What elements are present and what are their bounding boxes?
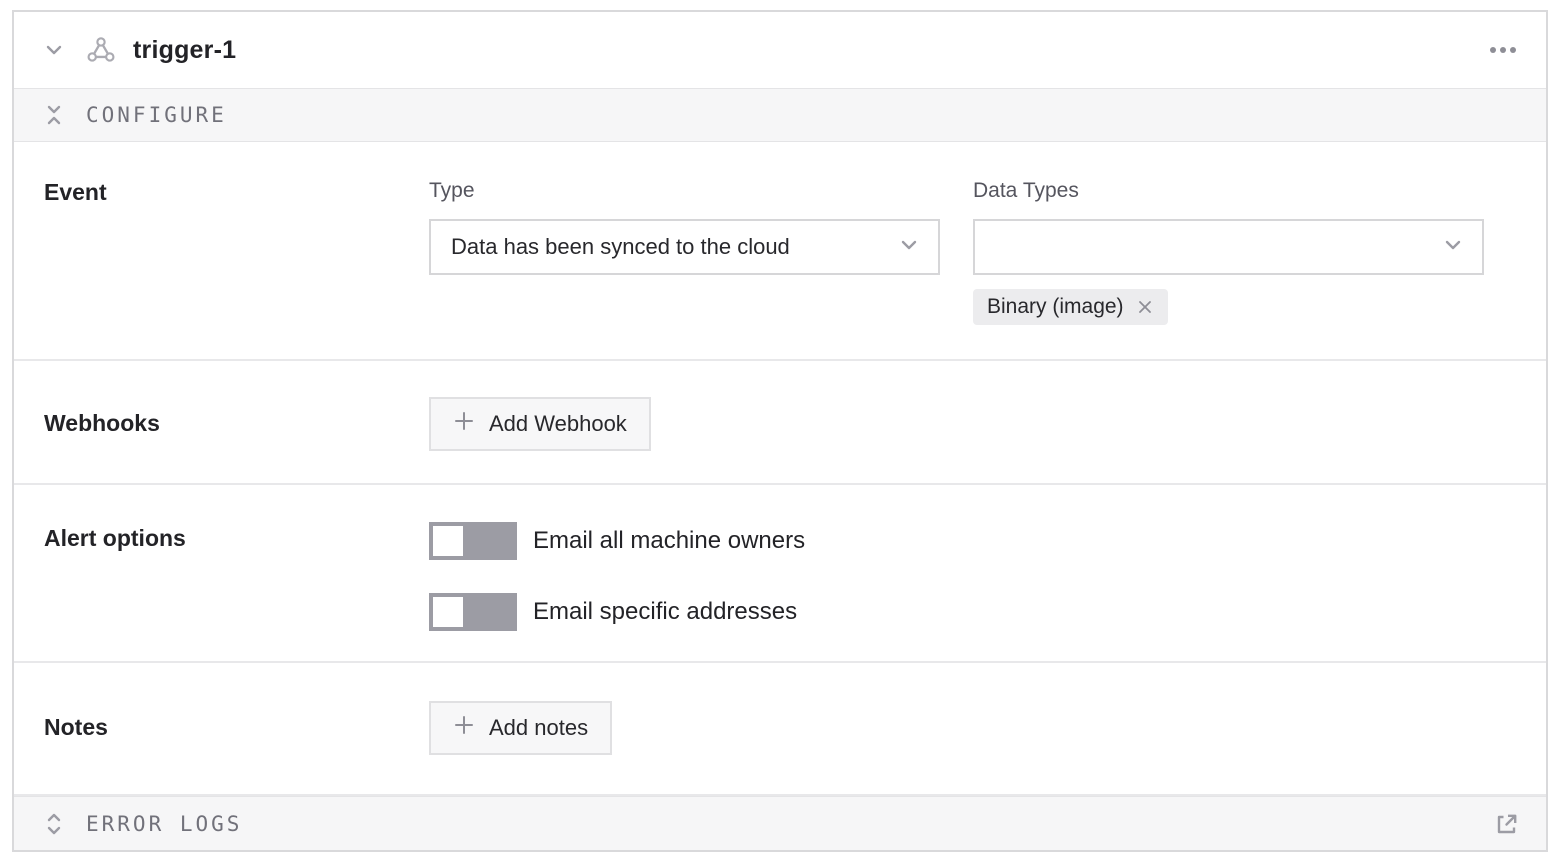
alert-options-row: Alert options Email all machine owners E… bbox=[14, 485, 1546, 663]
data-type-chip: Binary (image) bbox=[973, 289, 1168, 325]
configure-section-label: CONFIGURE bbox=[86, 103, 227, 127]
remove-chip-icon[interactable] bbox=[1136, 298, 1154, 316]
add-webhook-button-label: Add Webhook bbox=[489, 411, 627, 437]
email-specific-addresses-option: Email specific addresses bbox=[429, 593, 805, 631]
collapse-section-icon[interactable] bbox=[44, 103, 64, 127]
event-label: Event bbox=[44, 179, 429, 206]
trigger-card-header: trigger-1 bbox=[14, 12, 1546, 88]
email-specific-addresses-toggle[interactable] bbox=[429, 593, 517, 631]
chevron-down-icon bbox=[1442, 234, 1464, 261]
event-type-select[interactable]: Data has been synced to the cloud bbox=[429, 219, 940, 275]
data-types-select[interactable] bbox=[973, 219, 1484, 275]
webhooks-label: Webhooks bbox=[44, 397, 429, 437]
notes-row: Notes Add notes bbox=[14, 663, 1546, 796]
add-webhook-button[interactable]: Add Webhook bbox=[429, 397, 651, 451]
webhooks-row: Webhooks Add Webhook bbox=[14, 361, 1546, 485]
expand-section-icon[interactable] bbox=[44, 812, 64, 836]
add-notes-button[interactable]: Add notes bbox=[429, 701, 612, 755]
add-notes-button-label: Add notes bbox=[489, 715, 588, 741]
chevron-down-icon bbox=[898, 234, 920, 261]
trigger-card: trigger-1 CONFIGURE Event Type Data has … bbox=[12, 10, 1548, 852]
trigger-webhook-icon bbox=[64, 36, 116, 64]
error-logs-section-header[interactable]: ERROR LOGS bbox=[14, 796, 1546, 850]
event-type-field: Type Data has been synced to the cloud bbox=[429, 179, 940, 325]
alert-options-label: Alert options bbox=[44, 522, 429, 552]
data-type-chip-label: Binary (image) bbox=[987, 295, 1124, 319]
event-type-value: Data has been synced to the cloud bbox=[451, 234, 898, 260]
selected-data-types: Binary (image) bbox=[973, 289, 1484, 325]
plus-icon bbox=[453, 714, 475, 742]
more-options-icon[interactable] bbox=[1488, 41, 1518, 59]
data-types-field-label: Data Types bbox=[973, 179, 1484, 203]
error-logs-section-label: ERROR LOGS bbox=[86, 812, 242, 836]
external-link-icon[interactable] bbox=[1494, 811, 1520, 837]
event-row: Event Type Data has been synced to the c… bbox=[14, 142, 1546, 361]
collapse-card-chevron-icon[interactable] bbox=[44, 40, 64, 60]
trigger-title: trigger-1 bbox=[133, 36, 236, 65]
email-all-owners-toggle[interactable] bbox=[429, 522, 517, 560]
data-types-field: Data Types Binary (image) bbox=[973, 179, 1484, 325]
email-all-owners-option: Email all machine owners bbox=[429, 522, 805, 560]
email-all-owners-toggle-label: Email all machine owners bbox=[533, 527, 805, 555]
type-field-label: Type bbox=[429, 179, 940, 203]
notes-label: Notes bbox=[44, 701, 429, 741]
email-specific-addresses-toggle-label: Email specific addresses bbox=[533, 598, 797, 626]
plus-icon bbox=[453, 410, 475, 438]
configure-section-header[interactable]: CONFIGURE bbox=[14, 88, 1546, 142]
